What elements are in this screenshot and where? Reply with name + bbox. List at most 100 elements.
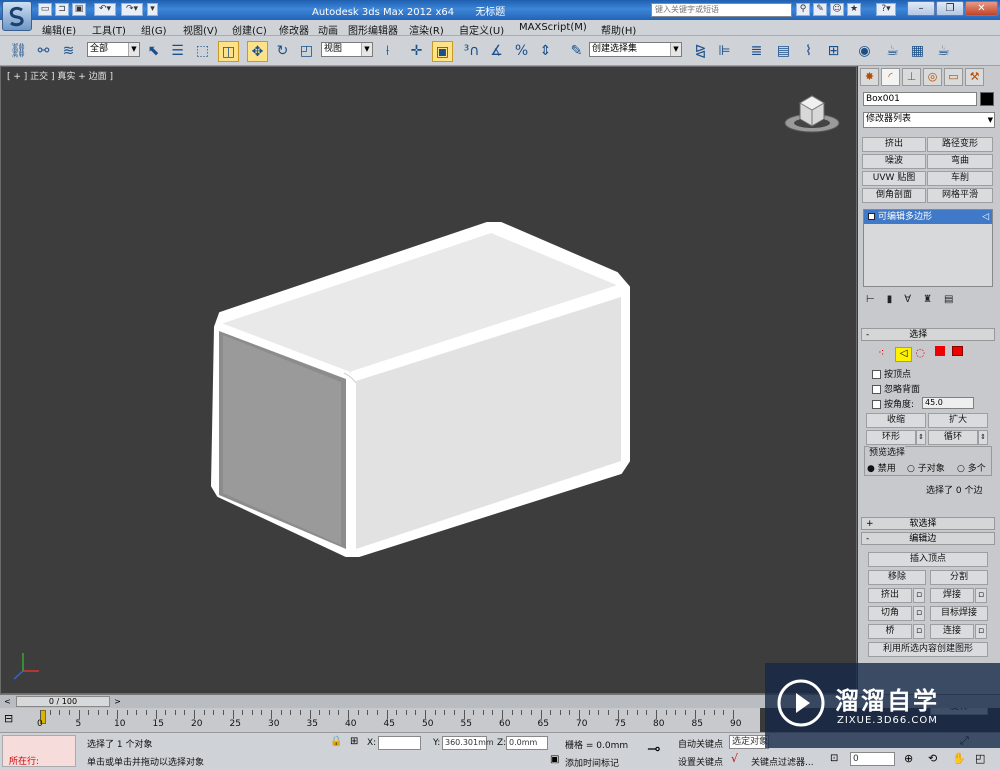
graphite-ribbon-icon[interactable]: ▤ [773, 41, 794, 62]
modifier-uvw-map-button[interactable]: UVW 贴图 [862, 171, 926, 186]
favorite-star-icon[interactable]: ★ [847, 3, 861, 16]
connect-settings-icon[interactable]: ▫ [975, 624, 987, 639]
modifier-lathe-button[interactable]: 车削 [927, 171, 993, 186]
ring-spinner-icon[interactable]: ⇕ [916, 430, 926, 445]
key-mode-dropdown[interactable]: 选定对象 [729, 735, 769, 749]
object-color-swatch[interactable] [980, 92, 994, 106]
chamfer-button[interactable]: 切角 [868, 606, 912, 621]
select-link-icon[interactable]: ⛓ [8, 41, 29, 62]
chamfered-box-object[interactable] [201, 217, 641, 562]
weld-button[interactable]: 焊接 [930, 588, 974, 603]
menu-rendering[interactable]: 渲染(R) [409, 22, 444, 37]
modifier-bevel-profile-button[interactable]: 倒角剖面 [862, 188, 926, 203]
schematic-view-icon[interactable]: ⊞ [823, 41, 844, 62]
ring-button[interactable]: 环形 [866, 430, 916, 445]
modifier-bend-button[interactable]: 弯曲 [927, 154, 993, 169]
show-end-result-icon[interactable]: ▮ [887, 294, 905, 305]
utilities-tab-icon[interactable]: ⚒ [965, 68, 984, 86]
loop-spinner-icon[interactable]: ⇕ [978, 430, 988, 445]
select-object-icon[interactable]: ⬉ [143, 41, 164, 62]
select-scale-icon[interactable]: ◰ [296, 41, 317, 62]
preview-subobject-radio[interactable]: ○ 子对象 [907, 461, 945, 474]
window-crossing-icon[interactable]: ◫ [218, 41, 239, 62]
extrude-settings-icon[interactable]: ▫ [913, 588, 925, 603]
redo-icon[interactable]: ↷▾ [121, 3, 143, 16]
menu-help[interactable]: 帮助(H) [601, 22, 636, 37]
angle-snap-icon[interactable]: ∡ [486, 41, 507, 62]
reference-coordinate-dropdown[interactable]: 视图 ▼ [321, 42, 373, 57]
zoom-icon[interactable]: ⊕ [904, 752, 913, 765]
mini-curve-editor-icon[interactable]: ⊟ [4, 712, 26, 726]
new-file-icon[interactable]: ▭ [38, 3, 52, 16]
create-shape-button[interactable]: 利用所选内容创建图形 [868, 642, 988, 657]
angle-spinner[interactable]: 45.0 [922, 397, 974, 409]
tools-icon[interactable]: ✎ [813, 3, 827, 16]
bind-space-warp-icon[interactable]: ≋ [58, 41, 79, 62]
motion-tab-icon[interactable]: ◎ [923, 68, 942, 86]
menu-edit[interactable]: 编辑(E) [42, 22, 76, 37]
z-coordinate-field[interactable]: 0.0mm [506, 736, 548, 750]
modifier-extrude-button[interactable]: 挤出 [862, 137, 926, 152]
binoculars-icon[interactable]: ⚲ [796, 3, 810, 16]
unlink-icon[interactable]: ⚯ [33, 41, 54, 62]
align-icon[interactable]: ⊫ [714, 41, 735, 62]
polygon-level-icon[interactable] [934, 346, 945, 356]
render-production-icon[interactable]: ☕ [933, 41, 954, 62]
selection-region-icon[interactable]: ⬚ [192, 41, 213, 62]
save-file-icon[interactable]: ▣ [72, 3, 86, 16]
border-level-icon[interactable]: ◌ [915, 346, 929, 360]
edit-named-selection-icon[interactable]: ✎ [566, 41, 587, 62]
selection-filter-dropdown[interactable]: 全部 ▼ [87, 42, 140, 57]
time-tag-icon[interactable]: ▣ [550, 754, 559, 765]
pin-stack-icon[interactable]: ⊢ [866, 294, 887, 305]
menu-tools[interactable]: 工具(T) [92, 22, 126, 37]
open-file-icon[interactable]: ⊐ [55, 3, 69, 16]
modifier-path-deform-button[interactable]: 路径变形 [927, 137, 993, 152]
stack-tools[interactable]: ⊢▮∀♜▤ [866, 294, 996, 308]
spinner-snap-icon[interactable]: ⇕ [535, 41, 556, 62]
viewcube-icon[interactable] [781, 89, 843, 137]
render-setup-icon[interactable]: ☕ [882, 41, 903, 62]
add-time-tag-button[interactable]: 添加时间标记 [565, 756, 619, 769]
current-frame-field[interactable]: 0 [850, 752, 895, 766]
preview-multi-radio[interactable]: ○ 多个 [957, 461, 986, 474]
modifier-stack[interactable]: 可编辑多边形 ◁ [863, 209, 993, 287]
search-input[interactable]: 键入关键字或短语 [651, 3, 792, 17]
menu-customize[interactable]: 自定义(U) [459, 22, 504, 37]
modify-tab-icon[interactable]: ◜ [881, 68, 900, 86]
prev-frame-icon[interactable]: < [2, 696, 13, 707]
pan-icon[interactable]: ✋ [952, 752, 966, 765]
menu-group[interactable]: 组(G) [141, 22, 167, 37]
grow-button[interactable]: 扩大 [928, 413, 988, 428]
display-tab-icon[interactable]: ▭ [944, 68, 963, 86]
menu-animation[interactable]: 动画 [318, 22, 338, 37]
element-level-icon[interactable] [951, 346, 963, 356]
auto-key-button[interactable]: 自动关键点 [678, 737, 723, 750]
selection-rollout-header[interactable]: - 选择 [861, 328, 995, 341]
select-by-name-icon[interactable]: ☰ [167, 41, 188, 62]
x-coordinate-field[interactable] [378, 736, 421, 750]
maxscript-listener[interactable]: 所在行: [2, 735, 76, 767]
edit-edges-rollout-header[interactable]: - 编辑边 [861, 532, 995, 545]
connect-button[interactable]: 连接 [930, 624, 974, 639]
percent-snap-icon[interactable]: % [511, 41, 532, 62]
create-tab-icon[interactable]: ✸ [860, 68, 879, 86]
app-logo-icon[interactable] [2, 1, 32, 31]
vertex-level-icon[interactable]: ⁖ [878, 346, 892, 360]
help-icon[interactable]: ?▾ [876, 3, 896, 16]
orbit-icon[interactable]: ⟲ [928, 752, 937, 765]
perspective-viewport[interactable]: [ + ] 正交 ] 真实 + 边面 ] [0, 66, 857, 694]
restore-button[interactable]: ❐ [936, 1, 964, 16]
undo-icon[interactable]: ↶▾ [94, 3, 116, 16]
quick-access-dropdown-icon[interactable]: ▾ [147, 3, 158, 16]
select-manipulate-icon[interactable]: ✛ [406, 41, 427, 62]
remove-button[interactable]: 移除 [868, 570, 926, 585]
pivot-center-icon[interactable]: ⟊ [377, 41, 398, 62]
curve-editor-icon[interactable]: ⌇ [798, 41, 819, 62]
menu-maxscript[interactable]: MAXScript(M) [519, 22, 587, 33]
frame-counter[interactable]: 0 / 100 [16, 696, 110, 707]
extrude-button[interactable]: 挤出 [868, 588, 912, 603]
modifier-meshsmooth-button[interactable]: 网格平滑 [927, 188, 993, 203]
snaps-toggle-icon[interactable]: ³∩ [461, 41, 482, 62]
layer-manager-icon[interactable]: ≣ [746, 41, 767, 62]
